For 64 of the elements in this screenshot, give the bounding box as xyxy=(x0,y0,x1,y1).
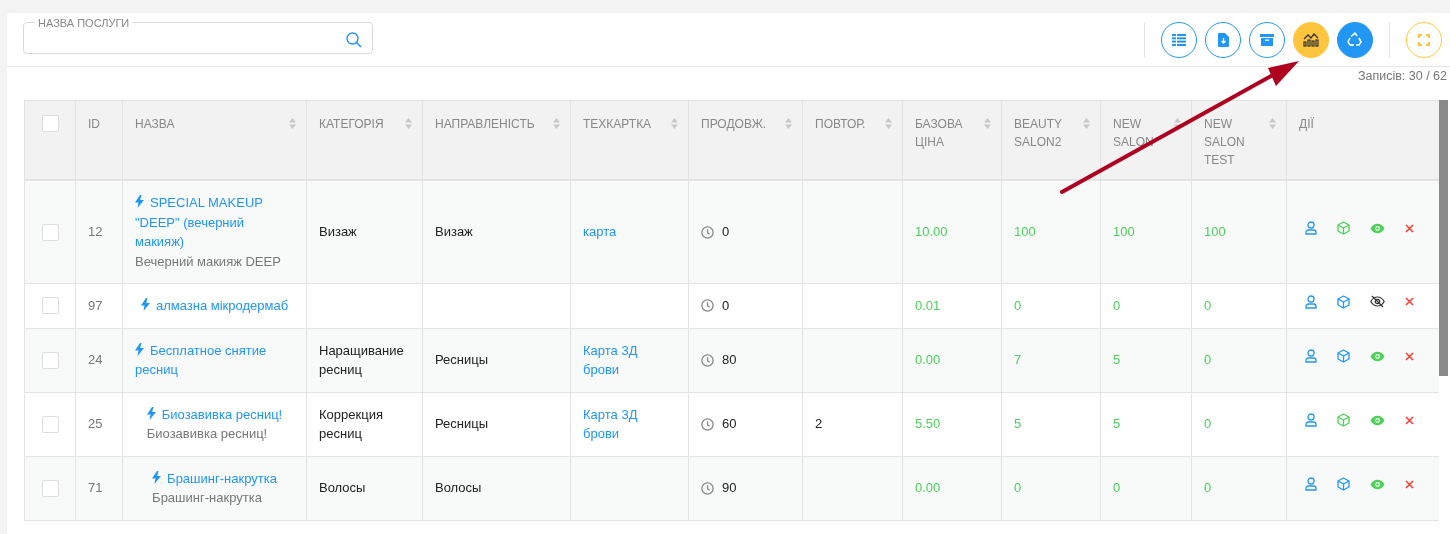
price-cell-text: 0 xyxy=(1113,297,1122,315)
price-cell-text: 10.00 xyxy=(915,223,949,242)
column-header: ДІЇ xyxy=(1299,116,1314,133)
column-header: ПОВТОР. xyxy=(815,116,866,133)
direction-cell-text: Волосы xyxy=(435,479,483,498)
duration-cell-text: 0 xyxy=(722,297,730,315)
price-cell-text: 0 xyxy=(1204,351,1213,370)
service-description: Вечерний макияж DEEP xyxy=(135,252,282,271)
column-header: БАЗОВА ЦІНА xyxy=(915,116,964,151)
field-label: НАЗВА ПОСЛУГИ xyxy=(38,16,130,29)
price-cell-text: 7 xyxy=(1014,351,1023,370)
price-cell-text: 100 xyxy=(1014,223,1037,242)
price-cell-text: 0 xyxy=(1014,479,1023,498)
price-cell-text: 0 xyxy=(1204,479,1213,498)
column-header: ТЕХКАРТКА xyxy=(583,116,652,133)
price-cell-text: 5.50 xyxy=(915,415,942,434)
column-header: КАТЕГОРІЯ xyxy=(319,116,384,133)
search-field[interactable]: НАЗВА ПОСЛУГИ xyxy=(23,17,373,54)
id-cell-text: 71 xyxy=(88,479,104,498)
price-cell-text: 0.00 xyxy=(915,479,942,498)
price-cell-text: 0 xyxy=(1014,297,1023,315)
service-description: Брашинг-накрутка xyxy=(152,489,263,507)
techcard-link[interactable]: карта xyxy=(583,222,676,242)
price-cell-text: 100 xyxy=(1113,223,1136,242)
service-link[interactable]: Биозавивка ресниц! xyxy=(146,404,283,424)
price-cell-text: 5 xyxy=(1113,415,1122,434)
column-header: НАЗВА xyxy=(135,116,175,133)
column-header: NEW SALON TEST xyxy=(1204,116,1246,169)
duration-cell-text: 90 xyxy=(722,479,737,498)
price-cell-text: 0 xyxy=(1204,297,1213,315)
service-link[interactable]: алмазна мікродермаб xyxy=(140,296,289,316)
id-cell-text: 24 xyxy=(88,351,104,370)
direction-cell-text: Ресницы xyxy=(435,351,490,370)
repeat-cell-text: 2 xyxy=(815,415,824,434)
price-cell-text: 5 xyxy=(1113,351,1122,370)
duration-cell-text: 60 xyxy=(722,415,737,434)
price-cell-text: 0.00 xyxy=(915,351,942,370)
direction-cell-text: Визаж xyxy=(435,223,474,242)
service-link[interactable]: Брашинг-накрутка xyxy=(152,468,277,488)
duration-cell-text: 80 xyxy=(722,351,737,370)
price-cell-text: 0 xyxy=(1113,479,1122,498)
price-cell-text: 100 xyxy=(1204,223,1227,242)
category-cell-text: Визаж xyxy=(319,223,358,242)
direction-cell-text: Ресницы xyxy=(435,415,490,434)
duration-cell-text: 0 xyxy=(722,223,730,242)
price-cell-text: 0.01 xyxy=(915,297,942,315)
records-count: Записів: 30 / 62 xyxy=(1357,69,1447,83)
id-cell-text: 25 xyxy=(88,415,104,434)
column-header: ID xyxy=(88,116,100,133)
category-cell-text: Наращивание ресниц xyxy=(319,341,405,379)
column-header: BEAUTY SALON2 xyxy=(1014,116,1063,151)
price-cell-text: 0 xyxy=(1204,415,1213,434)
price-cell-text: 5 xyxy=(1014,415,1023,434)
column-header: ПРОДОВЖ. xyxy=(701,116,767,133)
category-cell-text: Коррекция ресниц xyxy=(319,405,384,443)
techcard-link[interactable]: Карта 3Д брови xyxy=(583,340,676,380)
column-header: НАПРАВЛЕНІСТЬ xyxy=(435,116,535,133)
service-link[interactable]: Бесплатное снятие ресниц xyxy=(135,340,294,380)
category-cell-text: Волосы xyxy=(319,479,367,498)
techcard-link[interactable]: Карта 3Д брови xyxy=(583,404,676,444)
service-description: Биозавивка ресниц! xyxy=(146,425,269,443)
service-link[interactable]: SPECIAL MAKEUP "DEEP" (вечерний макияж) xyxy=(135,193,294,252)
id-cell-text: 12 xyxy=(88,223,104,242)
id-cell-text: 97 xyxy=(88,297,104,315)
